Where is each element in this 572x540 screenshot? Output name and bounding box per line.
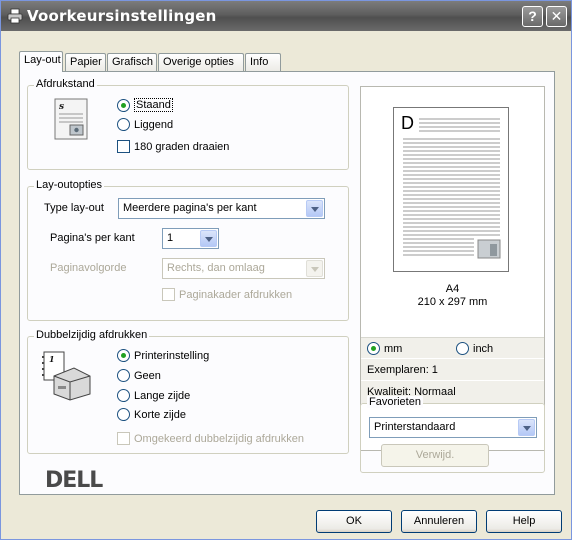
- duplex-group-label: Dubbelzijdig afdrukken: [34, 329, 150, 341]
- tab-graphics[interactable]: Grafisch: [107, 53, 157, 71]
- favorites-value: Printerstandaard: [374, 421, 456, 433]
- paper-name: A4: [445, 283, 460, 295]
- preview-text-lines: [403, 118, 501, 259]
- unit-mm-dot[interactable]: [367, 342, 380, 355]
- pages-per-side-label: Pagina's per kant: [50, 232, 135, 244]
- printer-icon: [7, 8, 23, 24]
- duplex-long-edge-label: Lange zijde: [134, 389, 191, 402]
- preferences-dialog: Voorkeursinstellingen ? ✕ Lay-out Papier…: [0, 0, 572, 540]
- chevron-down-icon[interactable]: [518, 419, 535, 436]
- unit-inch-radio[interactable]: inch: [456, 342, 493, 355]
- paper-size: 210 x 297 mm: [417, 296, 488, 308]
- pages-per-side-select[interactable]: 1: [162, 228, 219, 249]
- duplex-printer-setting-dot[interactable]: [117, 349, 130, 362]
- preview-info: mm inch Exemplaren: 1 Kwaliteit: Normaal: [361, 337, 544, 403]
- duplex-long-edge-dot[interactable]: [117, 389, 130, 402]
- landscape-radio-dot[interactable]: [117, 118, 130, 131]
- duplex-long-edge-radio[interactable]: Lange zijde: [117, 389, 190, 402]
- duplex-none-label: Geen: [134, 369, 161, 382]
- copies-row: Exemplaren: 1: [361, 360, 544, 381]
- tab-paper[interactable]: Papier: [65, 53, 106, 71]
- svg-text:DELL: DELL: [45, 468, 103, 491]
- help-button[interactable]: Help: [486, 510, 562, 533]
- duplex-short-edge-dot[interactable]: [117, 408, 130, 421]
- title-bar[interactable]: Voorkeursinstellingen ? ✕: [1, 1, 571, 31]
- favorites-select[interactable]: Printerstandaard: [369, 417, 537, 438]
- layout-tab-panel: Afdrukstand s Staand Liggend 180 graden …: [19, 71, 555, 495]
- unit-mm-label: mm: [384, 342, 403, 355]
- close-button[interactable]: ✕: [546, 6, 567, 27]
- rotate-180-checkbox[interactable]: 180 graden draaien: [117, 140, 229, 153]
- help-title-button[interactable]: ?: [522, 6, 543, 27]
- landscape-radio[interactable]: Liggend: [117, 118, 173, 131]
- chevron-down-icon[interactable]: [306, 260, 323, 277]
- reverse-duplex-box[interactable]: [117, 432, 130, 445]
- tab-info[interactable]: Info: [245, 53, 281, 71]
- reverse-duplex-label: Omgekeerd dubbelzijdig afdrukken: [134, 432, 304, 445]
- chevron-down-icon[interactable]: [200, 230, 217, 247]
- page-order-select[interactable]: Rechts, dan omlaag: [162, 258, 325, 279]
- duplex-none-radio[interactable]: Geen: [117, 369, 161, 382]
- layout-options-group-label: Lay-outopties: [34, 179, 105, 191]
- page-border-checkbox[interactable]: Paginakader afdrukken: [162, 288, 292, 301]
- page-border-box[interactable]: [162, 288, 175, 301]
- portrait-radio[interactable]: Staand: [117, 98, 173, 112]
- layout-options-group: Lay-outopties Type lay-out Meerdere pagi…: [27, 179, 349, 321]
- unit-mm-radio[interactable]: mm: [367, 342, 402, 355]
- portrait-page-icon: s: [54, 98, 88, 143]
- delete-favorite-button[interactable]: Verwijd.: [381, 444, 489, 467]
- preview-paper: D: [393, 107, 509, 272]
- duplex-short-edge-label: Korte zijde: [134, 408, 186, 421]
- window-title: Voorkeursinstellingen: [27, 7, 217, 25]
- rotate-180-label: 180 graden draaien: [134, 140, 230, 153]
- duplex-group: Dubbelzijdig afdrukken 1 Printerinstelli…: [27, 329, 349, 454]
- favorites-group-label: Favorieten: [367, 396, 423, 408]
- layout-type-label: Type lay-out: [44, 202, 104, 214]
- landscape-label: Liggend: [134, 118, 174, 131]
- svg-text:s: s: [59, 102, 64, 112]
- page-border-label: Paginakader afdrukken: [179, 288, 293, 301]
- duplex-none-dot[interactable]: [117, 369, 130, 382]
- rotate-180-box[interactable]: [117, 140, 130, 153]
- favorites-group: Favorieten Printerstandaard Verwijd.: [360, 396, 545, 473]
- dell-logo: DELL: [45, 467, 125, 494]
- duplex-printer-setting-label: Printerinstelling: [134, 349, 210, 362]
- chevron-down-icon[interactable]: [306, 200, 323, 217]
- ok-button[interactable]: OK: [316, 510, 392, 533]
- cancel-button[interactable]: Annuleren: [401, 510, 477, 533]
- duplex-printer-icon: 1: [40, 350, 94, 405]
- duplex-short-edge-radio[interactable]: Korte zijde: [117, 408, 186, 421]
- layout-type-select[interactable]: Meerdere pagina's per kant: [118, 198, 325, 219]
- reverse-duplex-checkbox[interactable]: Omgekeerd dubbelzijdig afdrukken: [117, 432, 304, 445]
- pages-per-side-value: 1: [167, 232, 174, 244]
- unit-inch-label: inch: [473, 342, 494, 355]
- layout-type-value: Meerdere pagina's per kant: [123, 202, 257, 214]
- page-order-label: Paginavolgorde: [50, 262, 127, 274]
- units-row: mm inch: [361, 338, 544, 359]
- unit-inch-dot[interactable]: [456, 342, 469, 355]
- portrait-radio-dot[interactable]: [117, 98, 130, 112]
- svg-text:1: 1: [49, 354, 55, 364]
- duplex-printer-setting-radio[interactable]: Printerinstelling: [117, 349, 209, 362]
- portrait-label: Staand: [134, 98, 173, 112]
- page-order-value: Rechts, dan omlaag: [167, 262, 265, 274]
- tab-layout[interactable]: Lay-out: [19, 51, 63, 72]
- orientation-group-label: Afdrukstand: [34, 78, 97, 90]
- orientation-group: Afdrukstand s Staand Liggend 180 graden …: [27, 78, 349, 170]
- tab-other-options[interactable]: Overige opties: [158, 53, 244, 71]
